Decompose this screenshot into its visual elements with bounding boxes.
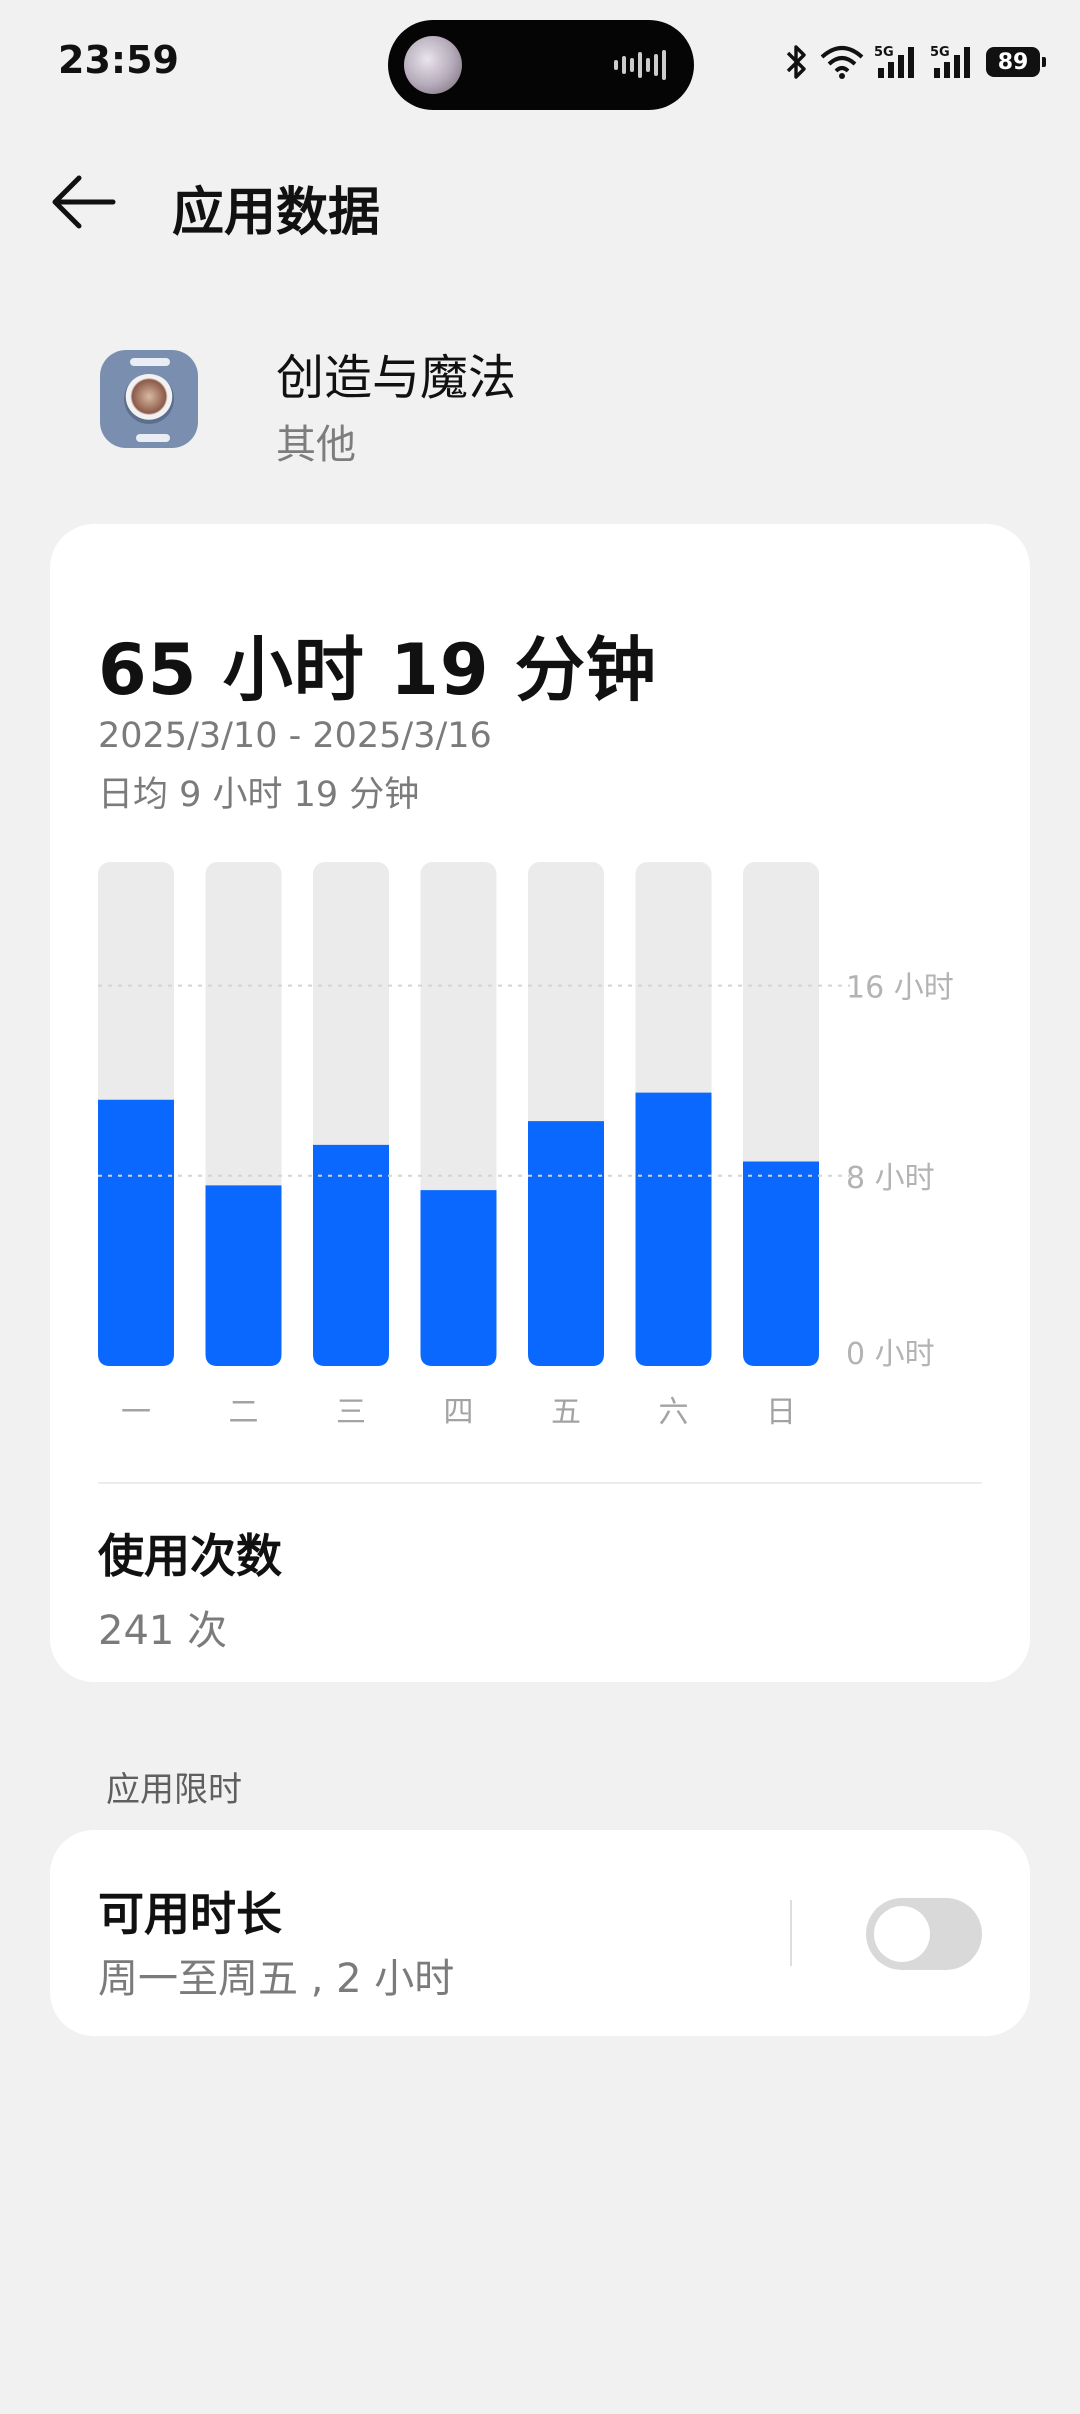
signal-5g-icon: 5G — [874, 45, 914, 78]
x-tick-label: 六 — [659, 1395, 689, 1430]
back-arrow-icon — [52, 175, 116, 229]
usage-bar[interactable] — [313, 1144, 389, 1366]
x-tick-label: 四 — [444, 1395, 474, 1430]
battery-icon: 89 — [986, 47, 1046, 77]
x-tick-label: 日 — [766, 1395, 796, 1430]
open-count-label: 使用次数 — [98, 1529, 282, 1583]
usage-bar[interactable] — [528, 1121, 604, 1366]
audio-wave-icon — [614, 50, 666, 80]
limit-description: 周一至周五 , 2 小时 — [98, 1956, 455, 2002]
limit-toggle[interactable] — [866, 1898, 982, 1970]
usage-bar[interactable] — [420, 1190, 497, 1366]
limit-title: 可用时长 — [98, 1887, 282, 1941]
bluetooth-icon — [786, 45, 806, 79]
battery-level: 89 — [997, 49, 1029, 75]
y-tick-label: 0 小时 — [846, 1337, 935, 1372]
svg-text:5G: 5G — [874, 45, 894, 60]
open-count-value: 241 次 — [98, 1608, 228, 1654]
app-icon — [100, 350, 198, 448]
y-tick-label: 16 小时 — [846, 971, 954, 1006]
wifi-icon — [820, 46, 864, 79]
x-tick-label: 三 — [336, 1395, 366, 1430]
app-name: 创造与魔法 — [276, 350, 517, 406]
section-title-app-limits: 应用限时 — [106, 1770, 242, 1810]
usage-bar[interactable] — [205, 1185, 282, 1366]
dynamic-island[interactable] — [388, 20, 694, 110]
x-tick-label: 一 — [121, 1395, 151, 1430]
usage-bar[interactable] — [743, 1161, 819, 1366]
weekly-usage-chart[interactable]: 一 二 三 四 五 六 日 16 小时 8 小时 0 小时 — [50, 524, 1030, 1464]
back-button[interactable] — [44, 166, 124, 238]
svg-text:5G: 5G — [930, 45, 950, 60]
status-time: 23:59 — [58, 38, 179, 82]
status-bar: 23:59 5G 5G 89 — [0, 0, 1080, 130]
signal-5g-icon: 5G — [930, 45, 970, 78]
app-limit-card[interactable]: 可用时长 周一至周五 , 2 小时 — [50, 1830, 1030, 2036]
divider — [98, 1482, 982, 1484]
usage-card: 65 小时 19 分钟 2025/3/10 - 2025/3/16 日均 9 小… — [50, 524, 1030, 1682]
status-icons: 5G 5G 89 — [784, 42, 1046, 82]
usage-bar[interactable] — [98, 1099, 174, 1366]
separator — [790, 1900, 792, 1966]
usage-bar[interactable] — [635, 1092, 712, 1366]
x-tick-label: 二 — [229, 1395, 259, 1430]
page-title: 应用数据 — [172, 183, 381, 243]
toggle-knob — [874, 1906, 930, 1962]
y-tick-label: 8 小时 — [846, 1161, 935, 1196]
x-tick-label: 五 — [551, 1395, 581, 1430]
app-category: 其他 — [276, 422, 356, 468]
media-artwork-icon — [404, 36, 462, 94]
